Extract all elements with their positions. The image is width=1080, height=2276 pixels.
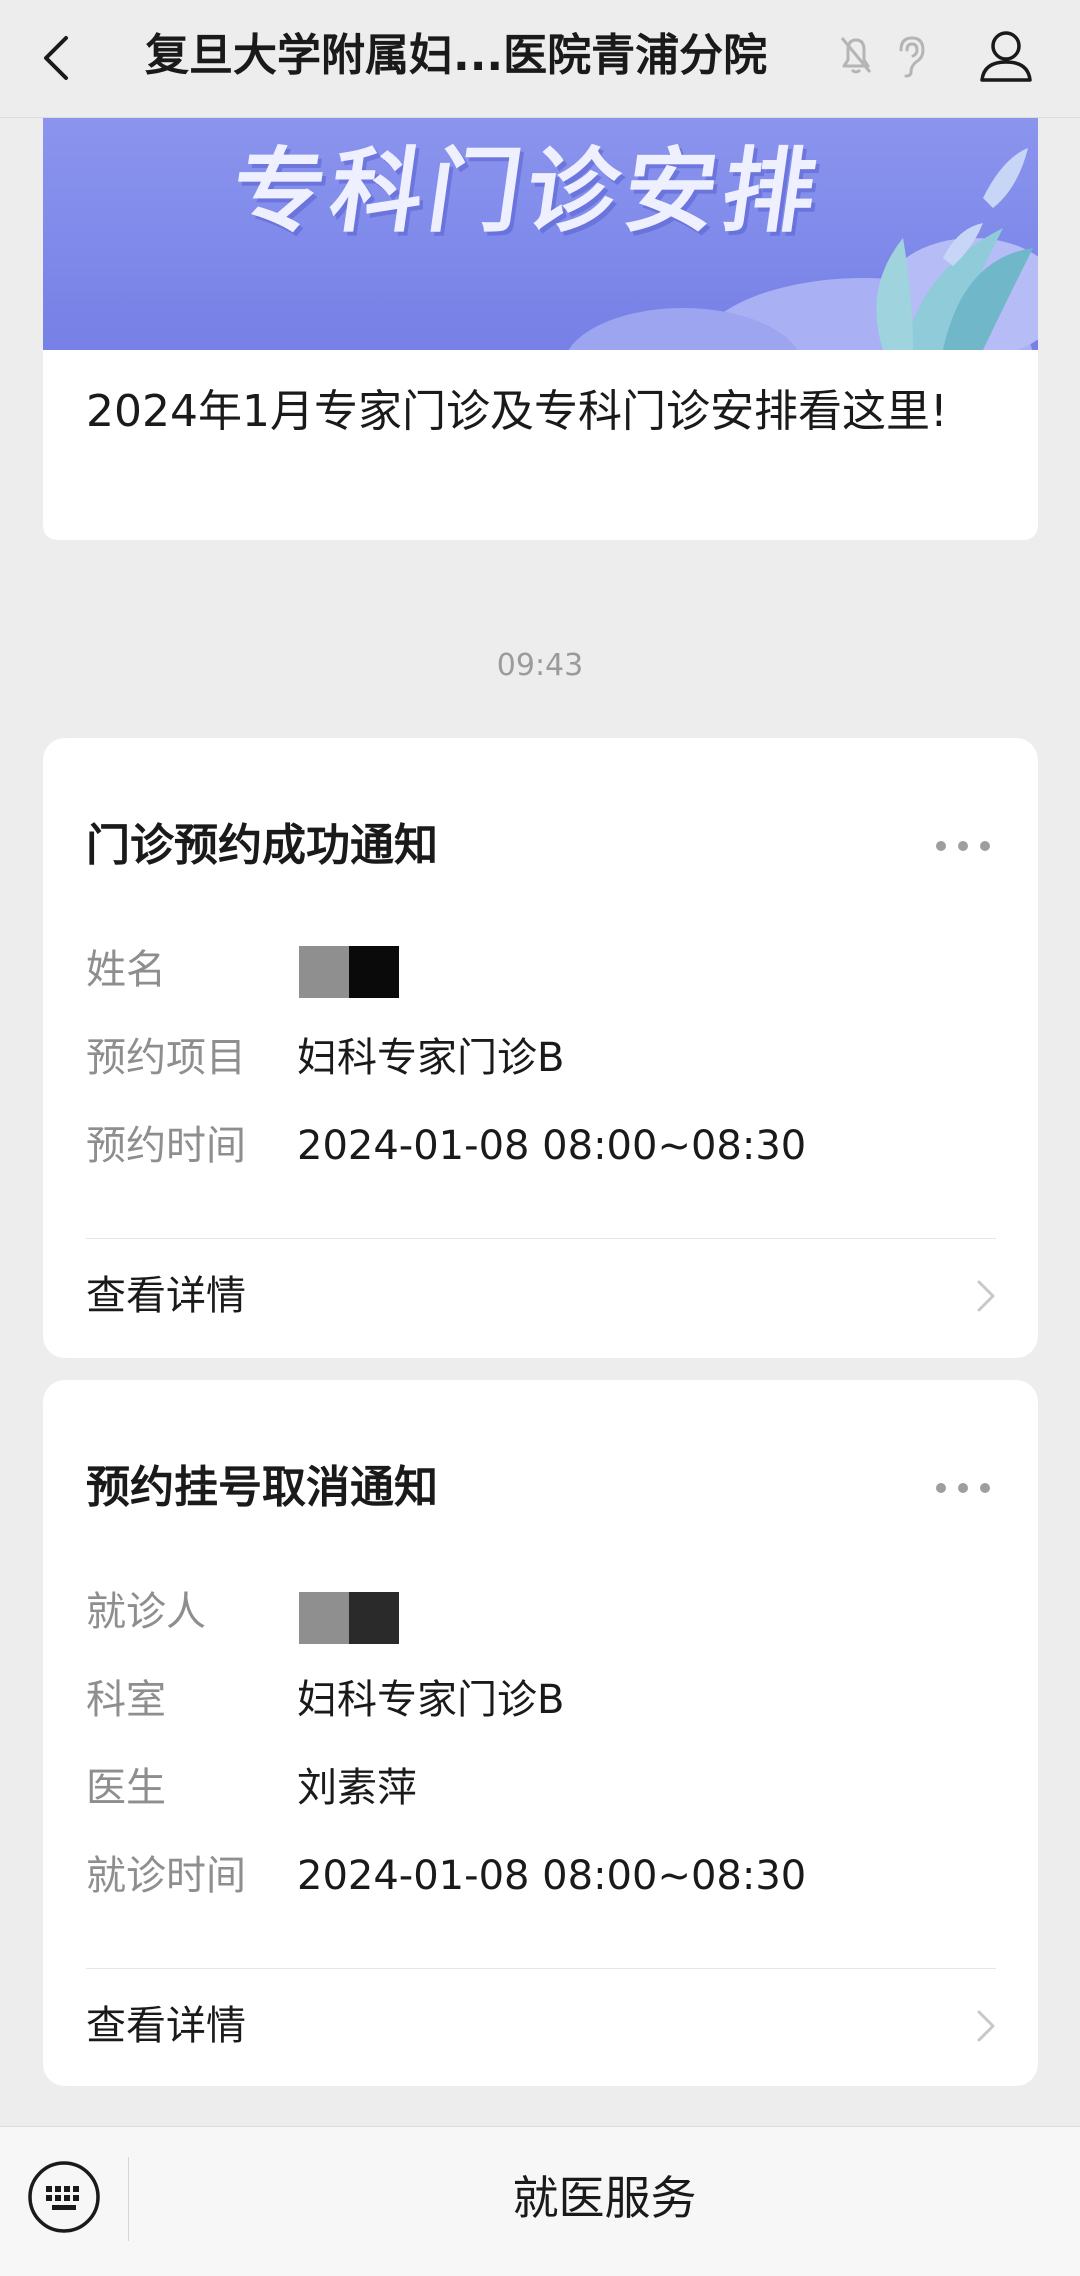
chevron-right-icon bbox=[975, 1276, 997, 1316]
redacted-name bbox=[299, 946, 399, 998]
back-icon[interactable] bbox=[36, 30, 76, 86]
chat-title: 复旦大学附属妇...医院青浦分院 bbox=[145, 30, 768, 81]
row-value-department: 妇科专家门诊B bbox=[297, 1677, 565, 1723]
message-timestamp: 09:43 bbox=[496, 648, 584, 683]
card-title: 门诊预约成功通知 bbox=[86, 820, 438, 871]
view-details-link[interactable]: 查看详情 bbox=[86, 1268, 246, 1324]
more-options-icon[interactable] bbox=[933, 1480, 993, 1494]
banner-text: 专科门诊安排 bbox=[225, 138, 829, 245]
appointment-success-card[interactable]: 门诊预约成功通知 姓名 预约项目 妇科专家门诊B 预约时间 2024-01-08… bbox=[43, 738, 1038, 1358]
row-label-doctor: 医生 bbox=[86, 1765, 166, 1811]
card-title: 预约挂号取消通知 bbox=[86, 1462, 438, 1513]
row-value-visit-time: 2024-01-08 08:00~08:30 bbox=[297, 1853, 807, 1899]
view-details-link[interactable]: 查看详情 bbox=[86, 1998, 246, 2054]
article-card[interactable]: 专科门诊安排 2024年1月专家门诊及专科门诊安排看这里! bbox=[43, 118, 1038, 540]
row-value-time: 2024-01-08 08:00~08:30 bbox=[297, 1123, 807, 1169]
card-divider bbox=[86, 1968, 996, 1969]
ear-icon bbox=[893, 32, 929, 78]
row-label-visit-time: 就诊时间 bbox=[86, 1853, 246, 1899]
row-label-name: 姓名 bbox=[86, 947, 166, 993]
row-value-item: 妇科专家门诊B bbox=[297, 1035, 565, 1081]
card-divider bbox=[86, 1238, 996, 1239]
row-label-patient: 就诊人 bbox=[86, 1589, 206, 1635]
redacted-patient bbox=[299, 1592, 399, 1644]
row-value-doctor: 刘素萍 bbox=[297, 1765, 417, 1811]
row-label-item: 预约项目 bbox=[86, 1035, 246, 1081]
article-banner: 专科门诊安排 bbox=[43, 118, 1038, 350]
row-label-department: 科室 bbox=[86, 1677, 166, 1723]
bottom-menu-bar: 就医服务 bbox=[0, 2126, 1080, 2276]
top-nav-bar: 复旦大学附属妇...医院青浦分院 bbox=[0, 0, 1080, 118]
profile-icon[interactable] bbox=[978, 26, 1034, 86]
more-options-icon[interactable] bbox=[933, 838, 993, 852]
appointment-cancel-card[interactable]: 预约挂号取消通知 就诊人 科室 妇科专家门诊B 医生 刘素萍 就诊时间 2024… bbox=[43, 1380, 1038, 2086]
row-label-time: 预约时间 bbox=[86, 1123, 246, 1169]
medical-service-menu[interactable]: 就医服务 bbox=[129, 2163, 1080, 2233]
chevron-right-icon bbox=[975, 2006, 997, 2046]
keyboard-icon[interactable] bbox=[26, 2159, 102, 2235]
article-title: 2024年1月专家门诊及专科门诊安排看这里! bbox=[86, 386, 948, 437]
bell-muted-icon bbox=[836, 32, 876, 78]
